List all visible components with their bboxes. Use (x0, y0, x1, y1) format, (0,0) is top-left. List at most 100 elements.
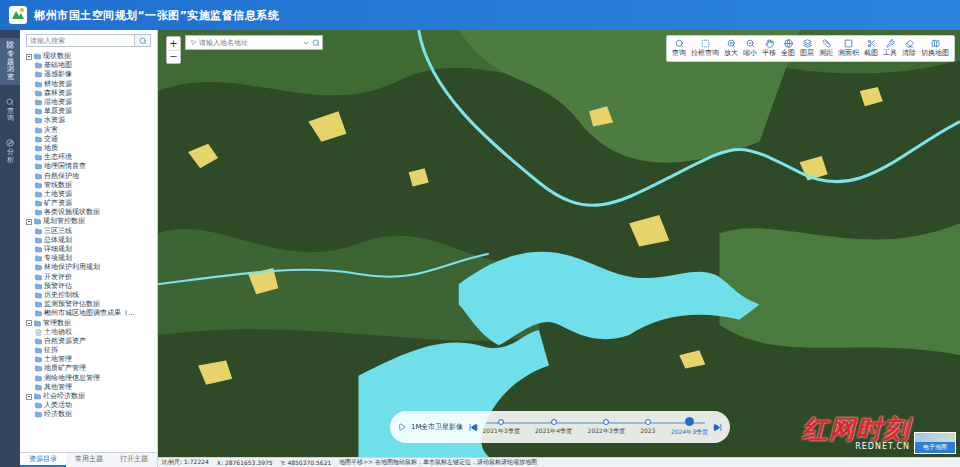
sidebar-tab[interactable]: 常用主题 (66, 453, 112, 467)
tree-item[interactable]: 森林资源 (26, 89, 153, 98)
tool-button[interactable]: 工具 (882, 38, 898, 59)
tree-item[interactable]: 郴州市城区地图调查成果（... (26, 309, 153, 318)
timeline-track[interactable]: 2021年3季度 2021年4季度 2022年3季度 2023 2024年3季度 (483, 417, 709, 438)
map-search-input[interactable] (199, 39, 300, 47)
expander-icon[interactable] (26, 320, 32, 326)
prev-button[interactable] (469, 423, 478, 432)
tree-item[interactable]: 林地保护利用规划 (26, 263, 153, 272)
tree-item[interactable]: 草原资源 (26, 107, 153, 116)
nav-item[interactable]: 专题浏览 (0, 38, 20, 85)
search-icon[interactable] (312, 39, 320, 47)
tree-item[interactable]: 自然资源资产 (26, 337, 153, 346)
tool-button[interactable]: 图层 (799, 38, 815, 59)
tree-item[interactable]: 其他管理 (26, 383, 153, 392)
tree-item[interactable]: 管线数据 (26, 181, 153, 190)
timeline-tick[interactable]: 2021年4季度 (535, 419, 572, 436)
next-button[interactable] (713, 423, 722, 432)
tree-group[interactable]: 规划管控数据 (26, 217, 153, 226)
play-icon[interactable] (398, 423, 406, 431)
tree-group[interactable]: 管理数据 (26, 318, 153, 327)
nav-item[interactable]: 分析 (0, 136, 20, 167)
folder-icon (35, 384, 42, 391)
timeline-tick[interactable]: 2021年3季度 (483, 419, 520, 436)
map-toolbar: 查询拉框查询放大缩小平移全图图层测距测面积截图工具清除切换地图 (666, 35, 955, 62)
tree-item[interactable]: 土地资源 (26, 190, 153, 199)
tool-button[interactable]: 全图 (780, 38, 796, 59)
tree-item[interactable]: 开发评价 (26, 273, 153, 282)
tool-button[interactable]: 截图 (863, 38, 879, 59)
expander-icon[interactable] (26, 219, 32, 225)
sidebar-tab[interactable]: 资源目录 (20, 453, 66, 467)
dropdown-icon[interactable] (302, 39, 310, 47)
tool-button[interactable]: 测面积 (837, 38, 860, 59)
folder-icon (35, 117, 42, 124)
tool-icon (765, 39, 774, 48)
tree-item[interactable]: 总体规划 (26, 236, 153, 245)
tree-group[interactable]: 现状数据 (26, 52, 153, 61)
folder-icon (35, 182, 42, 189)
folder-icon (35, 365, 42, 372)
tool-icon (886, 39, 895, 48)
tool-button[interactable]: 缩小 (742, 38, 758, 59)
tree-item[interactable]: 测绘地理信息管理 (26, 374, 153, 383)
zoom-button[interactable]: + (167, 37, 180, 50)
tree-item[interactable]: 遥感影像 (26, 70, 153, 79)
tree-item[interactable]: 土地管理 (26, 355, 153, 364)
map[interactable]: +−查询拉框查询放大缩小平移全图图层测距测面积截图工具清除切换地图1M全市卫星影… (158, 30, 960, 457)
tool-button[interactable]: 拉框查询 (690, 38, 720, 59)
tree-item[interactable]: 征拆 (26, 346, 153, 355)
folder-icon (35, 154, 42, 161)
folder-icon (35, 274, 42, 281)
tree-item[interactable]: 耕地资源 (26, 80, 153, 89)
folder-icon (35, 347, 42, 354)
nav-item[interactable]: 查询 (0, 95, 20, 126)
tree-item[interactable]: 灾害 (26, 126, 153, 135)
expander-icon[interactable] (26, 394, 32, 400)
tool-icon (784, 39, 793, 48)
tree-item[interactable]: 预警评估 (26, 282, 153, 291)
timeline-tick[interactable]: 2022年3季度 (588, 419, 625, 436)
basemap-button[interactable]: 电子地图 (914, 432, 956, 454)
search-input[interactable] (26, 34, 134, 47)
folder-icon (35, 411, 42, 418)
expander-icon[interactable] (26, 54, 32, 60)
folder-icon (35, 81, 42, 88)
timeline-tick[interactable]: 2023 (640, 419, 655, 434)
tree-item[interactable]: 地质矿产管理 (26, 364, 153, 373)
tree-item[interactable]: 各类设施现状数据 (26, 208, 153, 217)
tree-item[interactable]: 矿产资源 (26, 199, 153, 208)
tool-button[interactable]: 测距 (818, 38, 834, 59)
tree-item[interactable]: 三区三线 (26, 227, 153, 236)
header: 郴州市国土空间规划“一张图”实施监督信息系统 (0, 0, 960, 30)
nav-strip: 专题浏览查询分析 (0, 30, 20, 467)
tree-item[interactable]: 地质 (26, 144, 153, 153)
tree-item[interactable]: 地理国情普查 (26, 162, 153, 171)
tree-item[interactable]: 自然保护地 (26, 171, 153, 180)
zoom-button[interactable]: − (167, 50, 180, 63)
tree-item[interactable]: 监测预警评估数据 (26, 300, 153, 309)
tree-item[interactable]: 交通 (26, 135, 153, 144)
timeline-tick[interactable]: 2024年3季度 (671, 419, 708, 438)
tree-item[interactable]: 历史控制线 (26, 291, 153, 300)
tree-item[interactable]: 基础地图 (26, 61, 153, 70)
tool-button[interactable]: 切换地图 (920, 38, 950, 59)
tree-item[interactable]: 水资源 (26, 116, 153, 125)
tree-item[interactable]: 湿地资源 (26, 98, 153, 107)
layer-tree: 现状数据基础地图遥感影像耕地资源森林资源湿地资源草原资源水资源灾害交通地质生态环… (20, 51, 157, 452)
tree-item[interactable]: 专项规划 (26, 254, 153, 263)
tool-button[interactable]: 查询 (671, 38, 687, 59)
tree-item[interactable]: 经济数据 (26, 410, 153, 419)
tree-item[interactable]: 详细规划 (26, 245, 153, 254)
tool-icon (746, 39, 755, 48)
tool-button[interactable]: 放大 (723, 38, 739, 59)
sidebar-tab[interactable]: 打开主题 (111, 453, 157, 467)
tree-item[interactable]: 人类活动 (26, 401, 153, 410)
tree-item[interactable]: 土地确权 (26, 328, 153, 337)
tree-group[interactable]: 社会经济数据 (26, 392, 153, 401)
tree-item[interactable]: 生态环境 (26, 153, 153, 162)
folder-icon (35, 301, 42, 308)
tool-button[interactable]: 平移 (761, 38, 777, 59)
tool-button[interactable]: 清除 (901, 38, 917, 59)
tool-icon (822, 39, 831, 48)
search-button[interactable] (134, 34, 151, 47)
